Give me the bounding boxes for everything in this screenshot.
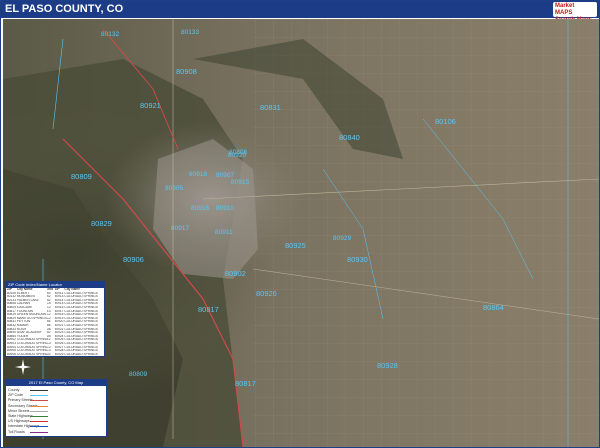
zip-label[interactable]: 80902 [225,269,246,278]
zip-label[interactable]: 80132 [101,31,119,38]
legend-swatch [30,416,48,417]
legend-item-label: County [8,388,20,392]
zip-label[interactable]: 80809 [71,172,92,181]
zip-label[interactable]: 80925 [285,241,306,250]
legend-item-label: Toll Roads [8,429,25,434]
legend-item-label: US Highways [8,419,30,424]
logo-line-1: Market [555,3,575,9]
zip-label[interactable]: 80918 [189,171,207,178]
legend-swatch [30,410,48,412]
zip-label[interactable]: 80915 [231,179,249,186]
map-title-bar: EL PASO COUNTY, CO Market MAPS Search Ma… [1,1,599,23]
market-maps-logo[interactable]: Market MAPS Search Maps [553,2,597,23]
zip-index-cell: 80930 [55,356,65,357]
zip-label[interactable]: 80911 [215,229,233,236]
zip-label[interactable]: 80930 [347,255,368,264]
map-title: EL PASO COUNTY, CO [5,3,124,15]
legend-swatch [30,431,48,433]
zip-index-row: 80907COLORADO SPRINGSC380930COLORADO SPR… [6,356,104,357]
zip-label[interactable]: 80905 [165,185,183,192]
zip-label[interactable]: 80926 [256,289,277,298]
zip-label[interactable]: 80928 [377,361,398,370]
legend-swatch [30,395,48,397]
zip-label[interactable]: 80133 [181,29,199,36]
zip-label[interactable]: 80831 [260,103,281,112]
zip-label[interactable]: 80907 [216,172,234,179]
legend-item-label: Minor Streets [8,408,30,413]
zip-label[interactable]: 80908 [176,67,197,76]
zip-index-rows: 80106 ELBERT B3 80911 COLORADO SPRINGS 80132 M… [6,292,104,357]
zip-label[interactable]: 80840 [339,133,360,142]
zip-code-index-panel: ZIP Code Index/Name Locator ZIP City Nam… [5,281,105,357]
map-frame: EL PASO COUNTY, CO Market MAPS Search Ma… [0,0,600,448]
zip-index-cell: COLORADO SPRINGS [17,356,47,357]
legend-swatch [30,426,48,428]
legend-item-label: ZIP Code [8,393,24,398]
north-arrow-icon [15,359,31,375]
zip-label[interactable]: 80916 [191,205,209,212]
zip-label[interactable]: 80929 [333,235,351,242]
zip-label[interactable]: 80910 [216,205,234,212]
map-legend: 2017 El Paso County, CO Map County ZIP Co… [5,379,107,437]
zip-index-cell: COLORADO SPRINGS [64,356,104,357]
zip-label[interactable]: 80817 [198,305,219,314]
zip-index-cell: 80907 [7,356,17,357]
zip-label[interactable]: 80809 [129,371,147,378]
legend-title: 2017 El Paso County, CO Map [6,380,106,386]
legend-swatch [30,400,48,402]
logo-line-2: MAPS [555,10,573,16]
legend-swatch [30,421,48,423]
legend-swatch [30,390,48,391]
zip-label[interactable]: 80817 [235,379,256,388]
zip-label[interactable]: 80921 [140,101,161,110]
zip-label[interactable]: 80920 [228,152,246,159]
zip-label[interactable]: 80106 [435,117,456,126]
zip-label[interactable]: 80864 [483,303,504,312]
legend-swatch [30,405,48,407]
zip-label[interactable]: 80829 [91,219,112,228]
zip-index-cell: C3 [47,356,55,357]
zip-label[interactable]: 80917 [171,225,189,232]
zip-label[interactable]: 80906 [123,255,144,264]
